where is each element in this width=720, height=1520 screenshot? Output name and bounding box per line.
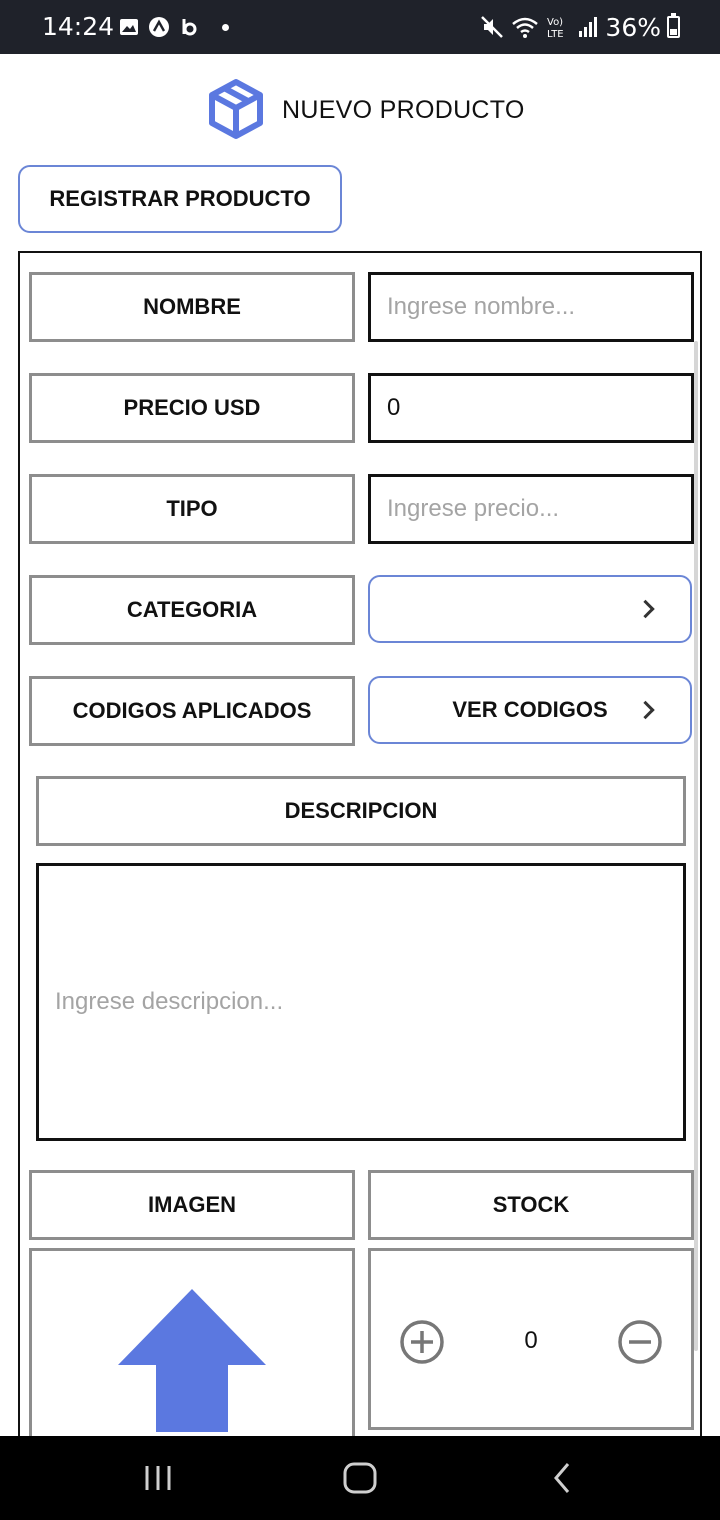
precio-input[interactable]: 0 (368, 373, 694, 443)
categoria-select[interactable] (368, 575, 692, 643)
precio-label: PRECIO USD (29, 373, 355, 443)
plus-circle-icon[interactable] (399, 1319, 445, 1365)
tipo-label: TIPO (29, 474, 355, 544)
status-bar: 14:24 Vo) LTE 36% (0, 0, 720, 54)
stock-stepper: 0 (368, 1248, 694, 1430)
imagen-label: IMAGEN (29, 1170, 355, 1240)
minus-circle-icon[interactable] (617, 1319, 663, 1365)
ver-codigos-label: VER CODIGOS (452, 697, 608, 722)
status-time: 14:24 (42, 12, 115, 41)
page-title: NUEVO PRODUCTO (282, 96, 525, 124)
status-left-icons (118, 14, 229, 40)
nombre-placeholder: Ingrese nombre... (387, 293, 576, 320)
signal-icon (579, 17, 598, 37)
status-right-icons: Vo) LTE 36% (479, 12, 680, 42)
tipo-placeholder: Ingrese precio... (387, 495, 560, 522)
codigos-label: CODIGOS APLICADOS (29, 676, 355, 746)
tipo-input[interactable]: Ingrese precio... (368, 474, 694, 544)
battery-icon (667, 13, 680, 38)
navigation-bar (0, 1436, 720, 1520)
scrollbar[interactable] (694, 341, 698, 1351)
descripcion-textarea[interactable]: Ingrese descripcion... (36, 863, 686, 1141)
volte-icon: Vo) LTE (547, 17, 564, 40)
wifi-icon (512, 17, 539, 38)
nombre-input[interactable]: Ingrese nombre... (368, 272, 694, 342)
precio-value: 0 (387, 394, 401, 421)
back-icon[interactable] (544, 1456, 580, 1500)
gallery-icon (120, 19, 138, 35)
svg-text:LTE: LTE (547, 29, 564, 40)
categoria-label: CATEGORIA (29, 575, 355, 645)
app-b-icon (182, 19, 197, 36)
image-upload[interactable] (29, 1248, 355, 1441)
box-icon (209, 79, 263, 139)
svg-text:Vo): Vo) (547, 17, 563, 28)
recents-icon[interactable] (140, 1456, 176, 1500)
app-a-icon (149, 17, 169, 37)
home-icon[interactable] (338, 1456, 382, 1500)
stock-label: STOCK (368, 1170, 694, 1240)
page-header: NUEVO PRODUCTO (0, 78, 720, 142)
descripcion-placeholder: Ingrese descripcion... (55, 988, 284, 1015)
notification-dot (222, 23, 229, 31)
stock-value: 0 (524, 1327, 538, 1354)
chevron-right-icon (636, 599, 655, 619)
product-form: NOMBRE Ingrese nombre... PRECIO USD 0 TI… (18, 251, 702, 1441)
ver-codigos-button[interactable]: VER CODIGOS (368, 676, 692, 744)
upload-arrow-icon (118, 1289, 266, 1432)
mute-icon (481, 16, 504, 38)
register-product-button[interactable]: REGISTRAR PRODUCTO (18, 165, 342, 233)
chevron-right-icon (636, 700, 655, 720)
descripcion-label: DESCRIPCION (36, 776, 686, 846)
battery-level: 36% (605, 12, 661, 42)
nombre-label: NOMBRE (29, 272, 355, 342)
